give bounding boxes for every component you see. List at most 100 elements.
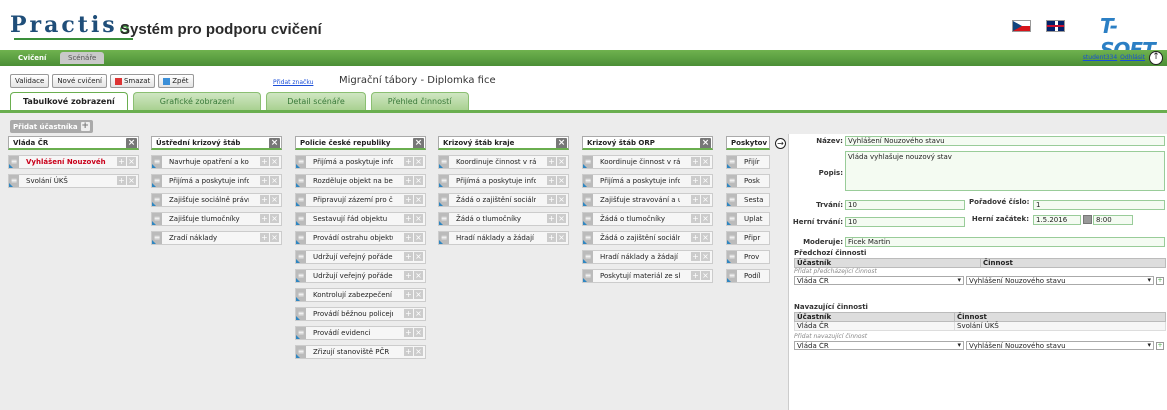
drag-handle-icon[interactable]: ≡ <box>296 175 306 187</box>
activity-card[interactable]: ≡ Kontrolují zabezpečení + × <box>295 288 426 302</box>
drag-handle-icon[interactable]: ≡ <box>296 270 306 282</box>
remove-card-icon[interactable]: × <box>127 176 136 185</box>
activity-card[interactable]: ≡ Koordinuje činnost v rá + × <box>582 155 713 169</box>
remove-column-icon[interactable]: × <box>700 138 711 148</box>
drag-handle-icon[interactable]: ≡ <box>727 232 737 244</box>
column-header[interactable]: Vláda ČR × <box>8 136 139 150</box>
add-card-icon[interactable]: + <box>691 271 700 280</box>
drag-handle-icon[interactable]: ≡ <box>152 232 162 244</box>
add-card-icon[interactable]: + <box>404 328 413 337</box>
drag-handle-icon[interactable]: ≡ <box>296 213 306 225</box>
czech-flag-icon[interactable] <box>1012 20 1031 32</box>
drag-handle-icon[interactable]: ≡ <box>152 156 162 168</box>
activity-card[interactable]: ≡ Zradí náklady + × <box>151 231 282 245</box>
add-card-icon[interactable]: + <box>404 347 413 356</box>
remove-column-icon[interactable]: × <box>126 138 137 148</box>
name-input[interactable]: Vyhlášení Nouzového stavu <box>845 136 1165 146</box>
back-button[interactable]: Zpět <box>158 74 194 88</box>
remove-card-icon[interactable]: × <box>414 252 423 261</box>
drag-handle-icon[interactable]: ≡ <box>439 232 449 244</box>
add-card-icon[interactable]: + <box>404 309 413 318</box>
tab-scenario-detail[interactable]: Detail scénáře <box>266 92 366 110</box>
scroll-up-icon[interactable]: ↑ <box>1149 51 1163 65</box>
new-exercise-button[interactable]: Nové cvičení <box>52 74 107 88</box>
column-header[interactable]: Ústřední krizový štáb × <box>151 136 282 150</box>
add-card-icon[interactable]: + <box>260 157 269 166</box>
remove-card-icon[interactable]: × <box>557 176 566 185</box>
add-card-icon[interactable]: + <box>404 157 413 166</box>
add-card-icon[interactable]: + <box>404 195 413 204</box>
activity-card[interactable]: ≡ Zřizují stanoviště PČR + × <box>295 345 426 359</box>
drag-handle-icon[interactable]: ≡ <box>583 175 593 187</box>
remove-card-icon[interactable]: × <box>414 347 423 356</box>
nav-tab-cviceni[interactable]: Cvičení <box>10 52 54 64</box>
add-card-icon[interactable]: + <box>691 252 700 261</box>
add-card-icon[interactable]: + <box>547 214 556 223</box>
game-start-time-input[interactable]: 8:00 <box>1093 215 1133 225</box>
add-next-icon[interactable]: + <box>1156 342 1164 350</box>
drag-handle-icon[interactable]: ≡ <box>296 289 306 301</box>
activity-card[interactable]: ≡ Zajišťuje sociálně právn + × <box>151 193 282 207</box>
tab-table-view[interactable]: Tabulkové zobrazení <box>10 92 128 110</box>
add-card-icon[interactable]: + <box>691 233 700 242</box>
remove-card-icon[interactable]: × <box>414 328 423 337</box>
add-card-icon[interactable]: + <box>547 195 556 204</box>
remove-column-icon[interactable]: × <box>556 138 567 148</box>
prev-participant-select[interactable]: Vláda ČR <box>794 276 964 285</box>
remove-card-icon[interactable]: × <box>270 233 279 242</box>
activity-card[interactable]: ≡ Koordinuje činnost v rá + × <box>438 155 569 169</box>
add-card-icon[interactable]: + <box>691 214 700 223</box>
user-link[interactable]: student334 <box>1083 54 1117 61</box>
activity-card[interactable]: ≡ Svolání ÚKŠ + × <box>8 174 139 188</box>
remove-card-icon[interactable]: × <box>414 290 423 299</box>
add-card-icon[interactable]: + <box>260 233 269 242</box>
activity-card[interactable]: ≡ Přijímá a poskytuje info + × <box>295 155 426 169</box>
remove-card-icon[interactable]: × <box>270 157 279 166</box>
drag-handle-icon[interactable]: ≡ <box>727 175 737 187</box>
drag-handle-icon[interactable]: ≡ <box>583 270 593 282</box>
activity-card[interactable]: ≡ Připravují zázemí pro čl + × <box>295 193 426 207</box>
activity-card[interactable]: ≡ Podíl <box>726 269 770 283</box>
activity-card[interactable]: ≡ Zajišťuje tlumočníky + × <box>151 212 282 226</box>
drag-handle-icon[interactable]: ≡ <box>439 156 449 168</box>
drag-handle-icon[interactable]: ≡ <box>583 194 593 206</box>
activity-card[interactable]: ≡ Vyhlášení Nouzového + × <box>8 155 139 169</box>
add-card-icon[interactable]: + <box>117 176 126 185</box>
prev-activity-select[interactable]: Vyhlášení Nouzového stavu <box>966 276 1154 285</box>
remove-card-icon[interactable]: × <box>414 157 423 166</box>
drag-handle-icon[interactable]: ≡ <box>727 213 737 225</box>
remove-card-icon[interactable]: × <box>701 233 710 242</box>
add-card-icon[interactable]: + <box>260 195 269 204</box>
activity-card[interactable]: ≡ Přijímá a poskytuje info + × <box>582 174 713 188</box>
remove-card-icon[interactable]: × <box>270 195 279 204</box>
column-header[interactable]: Poskytov <box>726 136 770 150</box>
activity-card[interactable]: ≡ Uplat <box>726 212 770 226</box>
drag-handle-icon[interactable]: ≡ <box>152 194 162 206</box>
activity-card[interactable]: ≡ Rozděluje objekt na bez + × <box>295 174 426 188</box>
activity-card[interactable]: ≡ Přijír <box>726 155 770 169</box>
add-previous-icon[interactable]: + <box>1156 277 1164 285</box>
activity-card[interactable]: ≡ Sesta <box>726 193 770 207</box>
remove-card-icon[interactable]: × <box>270 176 279 185</box>
activity-card[interactable]: ≡ Hradí náklady a žádají o + × <box>582 250 713 264</box>
delete-button[interactable]: Smazat <box>109 74 156 88</box>
add-card-icon[interactable]: + <box>404 271 413 280</box>
nav-tab-scenare[interactable]: Scénáře <box>60 52 105 64</box>
add-card-icon[interactable]: + <box>117 157 126 166</box>
drag-handle-icon[interactable]: ≡ <box>583 156 593 168</box>
add-card-icon[interactable]: + <box>260 214 269 223</box>
activity-card[interactable]: ≡ Přijímá a poskytuje info + × <box>438 174 569 188</box>
remove-card-icon[interactable]: × <box>414 233 423 242</box>
column-header[interactable]: Krizový štáb ORP × <box>582 136 713 150</box>
add-card-icon[interactable]: + <box>260 176 269 185</box>
drag-handle-icon[interactable]: ≡ <box>727 156 737 168</box>
game-duration-input[interactable]: 10 <box>845 217 965 227</box>
add-tag-link[interactable]: Přidat značku <box>273 79 313 86</box>
drag-handle-icon[interactable]: ≡ <box>583 251 593 263</box>
moderator-input[interactable]: Ficek Martin <box>845 237 1165 247</box>
add-card-icon[interactable]: + <box>404 176 413 185</box>
drag-handle-icon[interactable]: ≡ <box>296 251 306 263</box>
game-start-date-input[interactable]: 1.5.2016 <box>1033 215 1081 225</box>
add-card-icon[interactable]: + <box>547 176 556 185</box>
column-header[interactable]: Policie české republiky × <box>295 136 426 150</box>
